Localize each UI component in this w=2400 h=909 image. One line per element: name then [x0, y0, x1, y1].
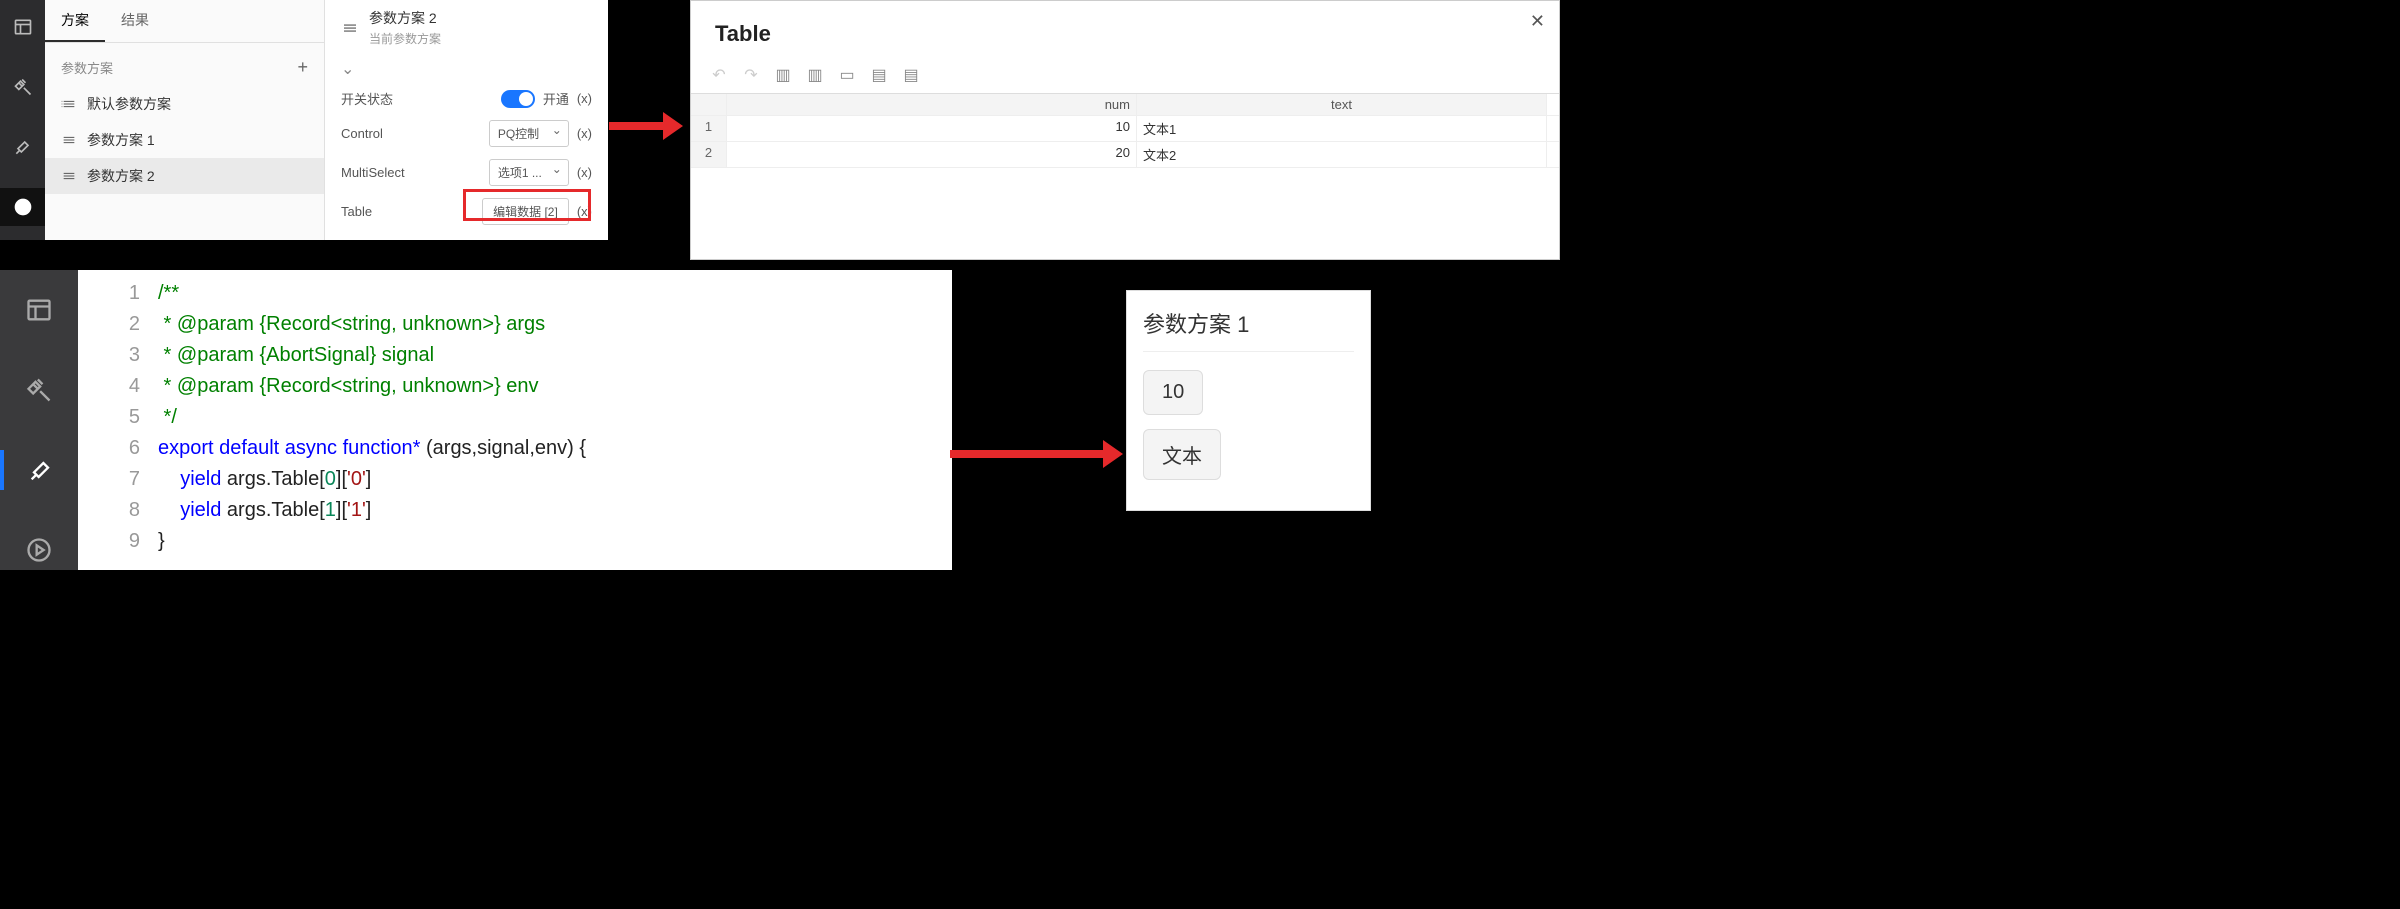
scheme-item-label: 参数方案 2 — [87, 166, 155, 186]
reset-button[interactable]: (x) — [577, 126, 592, 141]
scheme-item-label: 默认参数方案 — [87, 94, 171, 114]
prop-row-multiselect: MultiSelect 选项1 ... (x) — [341, 153, 592, 192]
delete-row-icon[interactable]: ▤ — [901, 65, 921, 85]
property-panel: 参数方案 2 当前参数方案 ⌄ 开关状态 开通 (x) Control PQ控制… — [325, 0, 608, 240]
play-icon[interactable] — [0, 188, 45, 226]
left-icon-bar — [0, 0, 45, 240]
property-title: 参数方案 2 — [369, 8, 441, 28]
delete-col-icon[interactable]: ▭ — [837, 65, 857, 85]
line-gutter: 123 456 789 — [78, 278, 158, 562]
property-header: 参数方案 2 当前参数方案 — [341, 0, 592, 55]
dialog-title: Table — [691, 1, 1559, 57]
reset-button[interactable]: (x) — [577, 165, 592, 180]
result-title: 参数方案 1 — [1143, 307, 1354, 352]
switch-state: 开通 — [543, 89, 569, 108]
grid-row: 1 10 文本1 — [691, 116, 1559, 142]
prop-row-table: Table 编辑数据 [2] (x) — [341, 192, 592, 231]
grid-row-index: 2 — [691, 142, 727, 167]
grid-cell-num[interactable]: 10 — [727, 116, 1137, 141]
grid-header-row: num text — [691, 94, 1559, 116]
prop-label: Control — [341, 126, 383, 141]
grid-corner — [691, 94, 727, 115]
scheme-panel: 方案 结果 参数方案 + 默认参数方案 参数方案 1 参数方案 2 参数方案 2… — [0, 0, 608, 240]
tab-scheme[interactable]: 方案 — [45, 0, 105, 42]
scheme-item-label: 参数方案 1 — [87, 130, 155, 150]
switch-toggle[interactable] — [501, 90, 535, 108]
edit-table-button[interactable]: 编辑数据 [2] — [482, 198, 569, 225]
tools-icon[interactable] — [0, 450, 78, 490]
control-select[interactable]: PQ控制 — [489, 120, 569, 147]
prop-row-control: Control PQ控制 (x) — [341, 114, 592, 153]
tab-result[interactable]: 结果 — [105, 0, 165, 42]
code-editor-panel: 123 456 789 /** * @param {Record<string,… — [0, 270, 952, 570]
layout-icon[interactable] — [0, 8, 45, 46]
prop-label: MultiSelect — [341, 165, 405, 180]
scheme-item-default[interactable]: 默认参数方案 — [45, 86, 324, 122]
grid-cell-text[interactable]: 文本1 — [1137, 116, 1547, 141]
grid-header-text[interactable]: text — [1137, 94, 1547, 115]
grid-row: 2 20 文本2 — [691, 142, 1559, 168]
reset-button[interactable]: (x) — [577, 204, 592, 219]
prop-label: Table — [341, 204, 372, 219]
grid-cell-num[interactable]: 20 — [727, 142, 1137, 167]
list-header: 参数方案 + — [45, 43, 324, 86]
plug-icon[interactable] — [0, 68, 45, 106]
property-subtitle: 当前参数方案 — [369, 30, 441, 47]
list-header-label: 参数方案 — [61, 58, 113, 77]
grid-cell-text[interactable]: 文本2 — [1137, 142, 1547, 167]
grid-row-index: 1 — [691, 116, 727, 141]
plug-icon[interactable] — [0, 370, 78, 410]
result-chip-2: 文本 — [1143, 429, 1221, 480]
add-scheme-button[interactable]: + — [297, 57, 308, 78]
prop-label: 开关状态 — [341, 89, 393, 108]
editor-icon-bar — [0, 270, 78, 570]
multiselect[interactable]: 选项1 ... — [489, 159, 569, 186]
insert-row-icon[interactable]: ▤ — [869, 65, 889, 85]
scheme-item-2[interactable]: 参数方案 2 — [45, 158, 324, 194]
table-toolbar: ↶ ↷ ▥ ▥ ▭ ▤ ▤ — [691, 57, 1559, 93]
tabs: 方案 结果 — [45, 0, 324, 43]
scheme-list-panel: 方案 结果 参数方案 + 默认参数方案 参数方案 1 参数方案 2 — [45, 0, 325, 240]
reset-button[interactable]: (x) — [577, 91, 592, 106]
scheme-item-1[interactable]: 参数方案 1 — [45, 122, 324, 158]
play-icon[interactable] — [0, 530, 78, 570]
code-editor[interactable]: 123 456 789 /** * @param {Record<string,… — [78, 270, 952, 570]
grid-header-num[interactable]: num — [727, 94, 1137, 115]
redo-icon[interactable]: ↷ — [741, 65, 761, 85]
table-dialog: Table ✕ ↶ ↷ ▥ ▥ ▭ ▤ ▤ num text 1 10 文本1 … — [690, 0, 1560, 260]
insert-col-right-icon[interactable]: ▥ — [805, 65, 825, 85]
insert-col-left-icon[interactable]: ▥ — [773, 65, 793, 85]
prop-row-switch: 开关状态 开通 (x) — [341, 83, 592, 114]
code-body[interactable]: /** * @param {Record<string, unknown>} a… — [158, 278, 952, 562]
data-grid: num text 1 10 文本1 2 20 文本2 — [691, 93, 1559, 168]
chevron-down-icon[interactable]: ⌄ — [341, 55, 592, 83]
layout-icon[interactable] — [0, 290, 78, 330]
result-chip-1: 10 — [1143, 370, 1203, 415]
tools-icon[interactable] — [0, 128, 45, 166]
close-icon[interactable]: ✕ — [1530, 11, 1545, 32]
result-card: 参数方案 1 10 文本 — [1126, 290, 1371, 511]
undo-icon[interactable]: ↶ — [709, 65, 729, 85]
